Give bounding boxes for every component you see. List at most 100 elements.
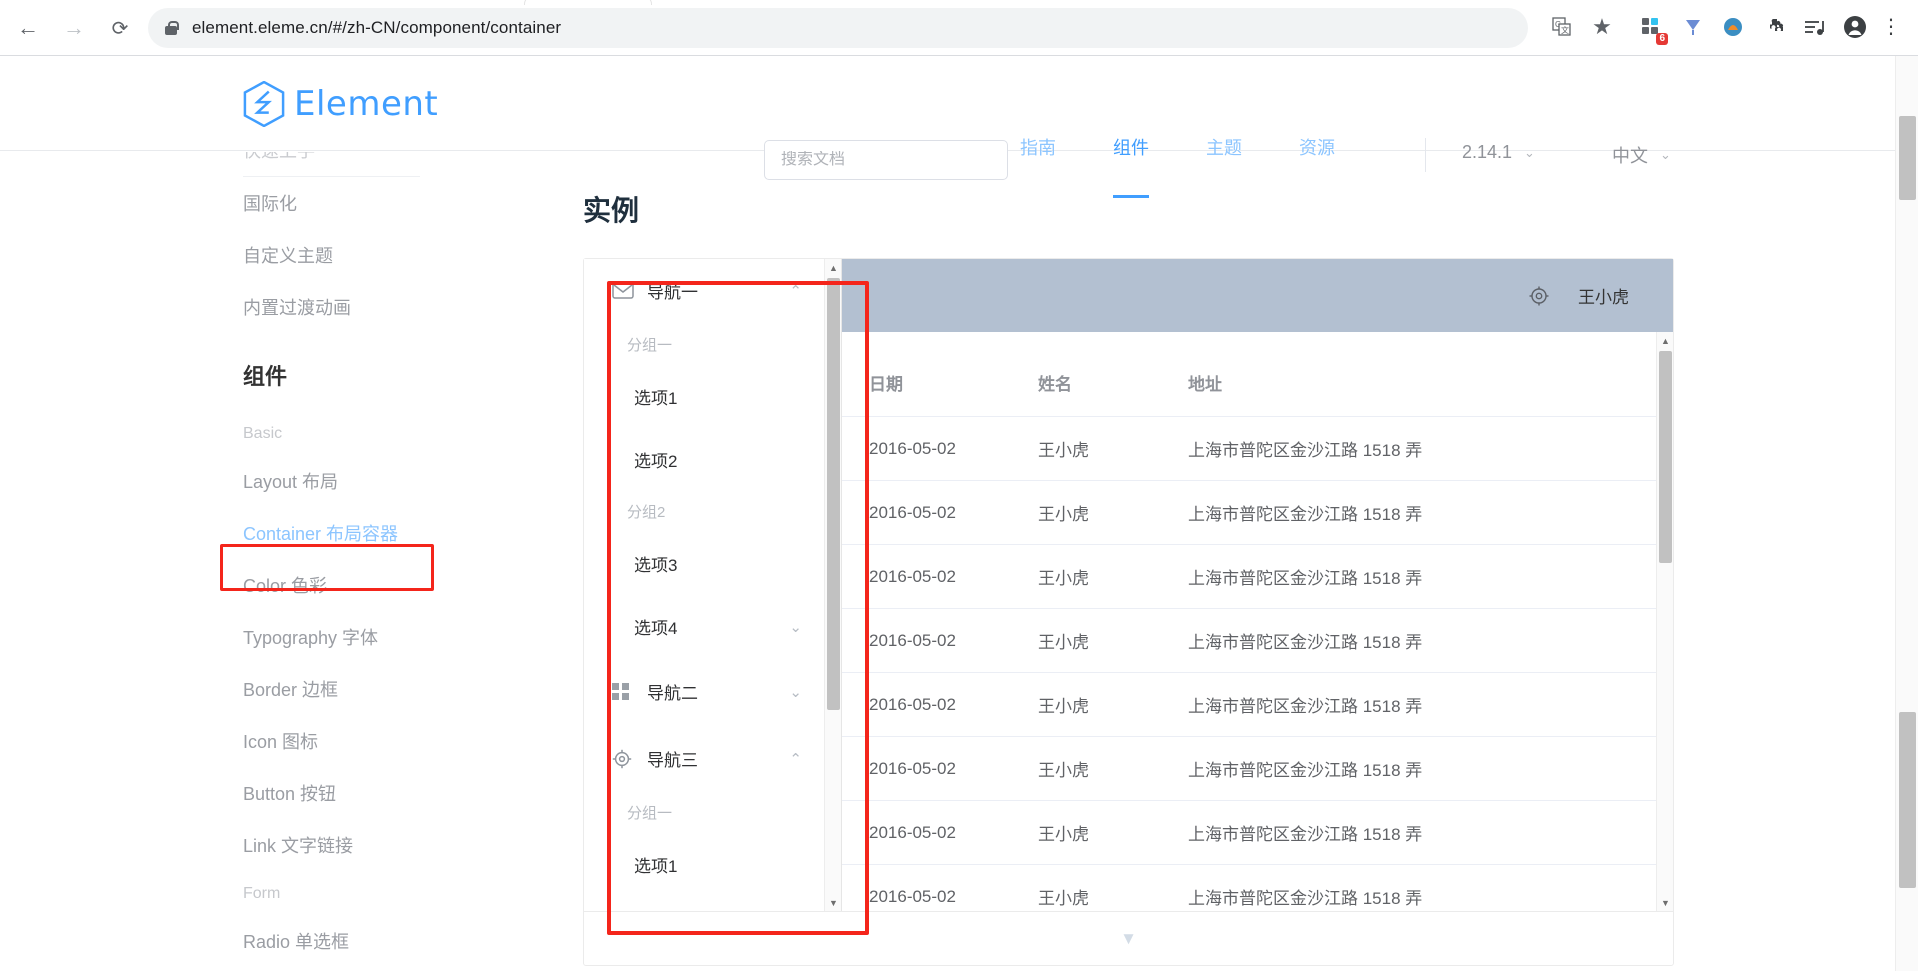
table-body: 2016-05-02 王小虎 上海市普陀区金沙江路 1518 弄 2016-05-02… [842,416,1673,911]
table-row: 2016-05-02 王小虎 上海市普陀区金沙江路 1518 弄 [842,544,1673,609]
site-header: Element 指南 组件 主题 资源 2.14.1 ⌄ 中文 ⌄ [0,56,1895,198]
browser-reload-button[interactable]: ⟳ [102,10,138,46]
table-cell-date: 2016-05-02 [842,480,1038,545]
puzzle-extension-icon[interactable] [1760,12,1790,42]
demo-header-username[interactable]: 王小虎 [1578,283,1629,308]
table-cell-name: 王小虎 [1038,736,1188,801]
address-bar[interactable]: element.eleme.cn/#/zh-CN/component/conta… [148,8,1528,48]
page-scrollbar[interactable] [1895,56,1918,971]
scrollbar-thumb[interactable] [1899,712,1916,888]
gear-icon[interactable] [1528,285,1550,307]
browser-menu-button[interactable]: ⋮ [1880,12,1902,42]
demo-menu-option1-b[interactable]: 选项1 [584,833,827,896]
page-title: 实例 [583,195,640,226]
table-row: 2016-05-02 王小虎 上海市普陀区金沙江路 1518 弄 [842,736,1673,801]
bookmark-star-icon[interactable]: ★ [1588,13,1616,41]
sidebar-scroll-content: 快速上手 国际化 自定义主题 内置过渡动画 组件 Basic Layout 布局… [0,152,420,971]
demo-menu-option4-label: 选项4 [634,619,678,638]
chevron-up-icon: ⌃ [789,282,802,300]
demo-menu-option3[interactable]: 选项3 [584,532,827,595]
table-cell-date: 2016-05-02 [842,416,1038,481]
browser-tab-stub[interactable] [524,0,652,5]
table-row: 2016-05-02 王小虎 上海市普陀区金沙江路 1518 弄 [842,672,1673,737]
table-cell-date: 2016-05-02 [842,800,1038,865]
sidebar-item-radio[interactable]: Radio 单选框 [0,915,420,967]
table-cell-name: 王小虎 [1038,608,1188,673]
lock-icon [164,20,179,36]
page-viewport: Element 指南 组件 主题 资源 2.14.1 ⌄ 中文 ⌄ 快速上手 国… [0,56,1918,971]
sidebar-item-typography[interactable]: Typography 字体 [0,611,420,663]
scrollbar-up-arrow-icon[interactable]: ▲ [1657,332,1673,349]
table-cell-name: 王小虎 [1038,800,1188,865]
grid-icon [612,682,636,701]
table-cell-date: 2016-05-02 [842,608,1038,673]
sidebar-item-link[interactable]: Link 文字链接 [0,819,420,871]
sidebar-item-layout[interactable]: Layout 布局 [0,455,420,507]
table-row: 2016-05-02 王小虎 上海市普陀区金沙江路 1518 弄 [842,480,1673,545]
element-logo-mark [243,81,285,127]
table-cell-date: 2016-05-02 [842,864,1038,911]
table-header-address: 地址 [1188,360,1673,417]
table-cell-name: 王小虎 [1038,672,1188,737]
demo-menu-nav2[interactable]: 导航二 ⌄ [584,658,827,725]
vpn-extension-icon[interactable] [1678,12,1708,42]
table-cell-address: 上海市普陀区金沙江路 1518 弄 [1188,416,1673,481]
demo-menu-nav2-label: 导航二 [647,684,698,703]
scrollbar-down-arrow-icon[interactable]: ▼ [1657,894,1673,911]
sidebar-item-transitions[interactable]: 内置过渡动画 [0,281,420,333]
scrollbar-down-arrow-icon[interactable]: ▼ [825,894,841,911]
demo-menu-group-3: 分组一 [627,805,673,822]
translate-icon[interactable]: G 文 [1548,13,1576,41]
reading-list-icon[interactable] [1800,12,1830,42]
table-row: 2016-05-02 王小虎 上海市普陀区金沙江路 1518 弄 [842,864,1673,911]
back-arrow-icon: ← [17,15,39,40]
table-row: 2016-05-02 王小虎 上海市普陀区金沙江路 1518 弄 [842,800,1673,865]
scrollbar-thumb[interactable] [1659,351,1672,563]
sidebar-item-button[interactable]: Button 按钮 [0,767,420,819]
demo-table-wrap: 日期 姓名 地址 2016-05-02 王小虎 上海市普陀区金沙江路 1518 弄2… [842,332,1673,911]
demo-side-menu[interactable]: 导航一 ⌃ 分组一 选项1 选项2 分组2 选项3 选项4 ⌄ 导航二 ⌄ 导航… [584,259,842,911]
extension-badge-count: 6 [1656,33,1668,45]
gear-icon [612,749,636,769]
demo-menu-option2[interactable]: 选项2 [584,428,827,491]
sidebar-item-border[interactable]: Border 边框 [0,663,420,715]
sidebar-item-i18n[interactable]: 国际化 [0,177,420,229]
browser-forward-button[interactable]: → [56,10,92,46]
scrollbar-thumb-top[interactable] [1899,116,1916,200]
star-glyph: ★ [1592,14,1612,39]
doc-sidebar[interactable]: 快速上手 国际化 自定义主题 内置过渡动画 组件 Basic Layout 布局… [0,152,420,971]
sidebar-item-checkbox[interactable]: Checkbox 多选框 [0,967,420,971]
scrollbar-up-arrow-icon[interactable]: ▲ [825,259,841,276]
browser-extension-icon[interactable] [1718,12,1748,42]
profile-icon[interactable] [1840,12,1870,42]
demo-menu-scrollbar[interactable]: ▲ ▼ [824,259,841,911]
kebab-menu-icon: ⋮ [1881,16,1901,38]
table-cell-address: 上海市普陀区金沙江路 1518 弄 [1188,480,1673,545]
envelope-icon [612,282,636,299]
table-cell-address: 上海市普陀区金沙江路 1518 弄 [1188,544,1673,609]
sidebar-item-custom-theme[interactable]: 自定义主题 [0,229,420,281]
demo-expand-code-button[interactable]: ▼ [584,911,1673,965]
demo-menu-nav3[interactable]: 导航三 ⌃ [584,725,827,792]
forward-arrow-icon: → [63,15,85,40]
sidebar-divider [243,176,420,177]
ad-blocker-extension-icon[interactable]: 6 [1636,12,1668,45]
browser-back-button[interactable]: ← [10,10,46,46]
demo-menu-nav1[interactable]: 导航一 ⌃ [584,259,827,324]
table-header-date: 日期 [842,360,1038,417]
sidebar-item-color[interactable]: Color 色彩 [0,559,420,611]
demo-body: 导航一 ⌃ 分组一 选项1 选项2 分组2 选项3 选项4 ⌄ 导航二 ⌄ 导航… [584,259,1673,911]
demo-menu-option4[interactable]: 选项4 ⌄ [584,595,827,658]
sidebar-item-icon[interactable]: Icon 图标 [0,715,420,767]
scrollbar-thumb[interactable] [827,278,840,710]
table-cell-address: 上海市普陀区金沙江路 1518 弄 [1188,864,1673,911]
table-row: 2016-05-02 王小虎 上海市普陀区金沙江路 1518 弄 [842,608,1673,673]
demo-menu-option1[interactable]: 选项1 [584,365,827,428]
element-logo[interactable]: Element [243,81,438,127]
doc-main: 实例 导航一 ⌃ 分组一 选项1 选项2 分组2 选项3 选项4 ⌄ 导航二 ⌄… [420,152,1895,971]
demo-card: 导航一 ⌃ 分组一 选项1 选项2 分组2 选项3 选项4 ⌄ 导航二 ⌄ 导航… [583,258,1674,966]
sidebar-item-quickstart[interactable]: 快速上手 [0,152,420,176]
demo-table-scrollbar[interactable]: ▲ ▼ [1656,332,1673,911]
svg-text:文: 文 [1561,25,1569,35]
sidebar-item-container[interactable]: Container 布局容器 [0,507,420,559]
